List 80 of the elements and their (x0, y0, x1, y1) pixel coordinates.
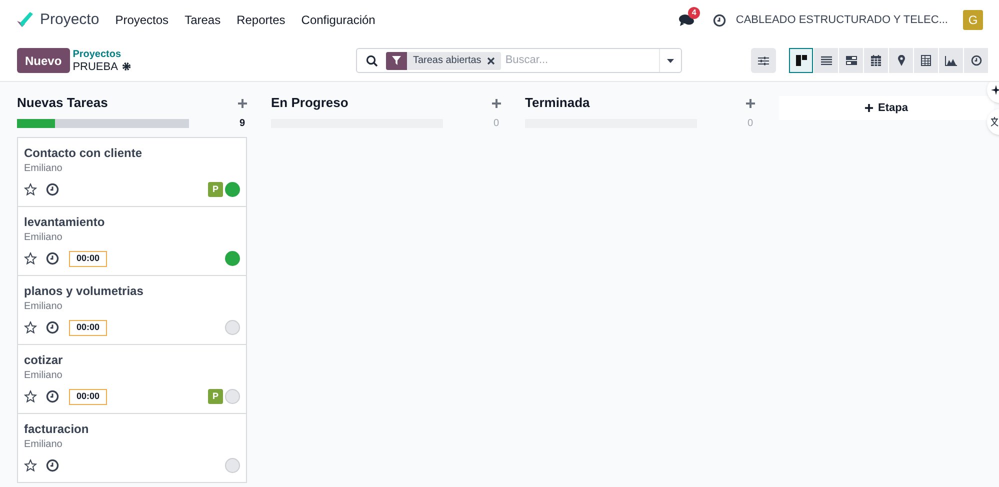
clock-icon[interactable] (46, 252, 59, 265)
breadcrumb-link[interactable]: Proyectos (72, 48, 131, 60)
timer-field[interactable]: 00:00 (69, 320, 107, 336)
clock-icon[interactable] (46, 321, 59, 334)
view-switch-button[interactable] (839, 48, 863, 73)
column-title: Nuevas Tareas (17, 94, 108, 112)
task-card[interactable]: levantamiento Emiliano 00:00 (17, 206, 247, 276)
filter-icon (392, 56, 401, 65)
clock-icon[interactable] (46, 459, 59, 472)
calendar-icon (871, 55, 881, 66)
timer-field[interactable]: 00:00 (69, 250, 107, 266)
star-icon[interactable] (24, 390, 37, 403)
plus-icon[interactable] (492, 98, 501, 108)
kanban-icon (796, 55, 806, 66)
menu-item[interactable]: Tareas (184, 11, 221, 29)
clock-icon[interactable] (46, 183, 59, 196)
view-switch-button[interactable] (789, 48, 813, 73)
menu-item[interactable]: Reportes (236, 11, 286, 29)
view-switch-button[interactable] (864, 48, 888, 73)
logo-icon (16, 12, 34, 28)
task-card[interactable]: Contacto con cliente Emiliano P (17, 137, 247, 207)
task-title: cotizar (24, 353, 64, 368)
new-button[interactable]: Nuevo (17, 48, 70, 73)
column-title: Terminada (525, 94, 590, 112)
task-title: Contacto con cliente (24, 146, 144, 161)
tag-label: P (208, 182, 223, 197)
area-chart-icon (945, 56, 957, 66)
translate-icon (991, 117, 999, 127)
clock-icon[interactable] (46, 390, 59, 403)
settings-icon[interactable] (122, 62, 131, 71)
task-card[interactable]: facturacion Emiliano (17, 413, 247, 483)
search-field[interactable]: Tareas abiertas Buscar... (356, 48, 682, 73)
task-count: 9 (239, 116, 245, 130)
view-switch-button[interactable] (939, 48, 963, 73)
task-title: levantamiento (24, 215, 106, 230)
app-name[interactable]: Proyecto (40, 8, 100, 32)
project-name: PRUEBA (72, 60, 118, 72)
company-name[interactable]: CABLEADO ESTRUCTURADO Y TELEC... (736, 12, 948, 28)
task-title: facturacion (24, 422, 90, 437)
menu-item[interactable]: Configuración (301, 11, 376, 29)
plus-icon[interactable] (746, 98, 755, 108)
task-card[interactable]: planos y volumetrias Emiliano 00:00 (17, 275, 247, 345)
notification-badge: 4 (688, 7, 700, 19)
tag-label: P (208, 389, 223, 404)
assignee-name: Emiliano (24, 162, 64, 175)
list-icon (820, 56, 832, 65)
clock-icon (970, 55, 982, 66)
sliders-icon (758, 56, 769, 66)
menu-item[interactable]: Proyectos (115, 11, 169, 29)
star-icon[interactable] (24, 252, 37, 265)
filter-facet[interactable]: Tareas abiertas (386, 52, 502, 70)
assignee-name: Emiliano (24, 300, 64, 313)
search-icon[interactable] (366, 54, 378, 66)
view-switch-button[interactable] (889, 48, 913, 73)
star-icon[interactable] (24, 459, 37, 472)
column-title: En Progreso (271, 94, 348, 112)
view-switch-button[interactable] (964, 48, 988, 73)
dropdown-caret-icon[interactable] (666, 58, 674, 62)
star-icon[interactable] (24, 321, 37, 334)
table-icon (921, 55, 931, 66)
filter-options-button[interactable] (751, 48, 776, 73)
task-count: 0 (747, 116, 753, 130)
close-icon[interactable] (487, 56, 496, 64)
task-card[interactable]: cotizar Emiliano 00:00 P (17, 344, 247, 414)
assignee-name: Emiliano (24, 231, 64, 244)
assignee-name: Emiliano (24, 369, 64, 382)
view-switch-button[interactable] (814, 48, 838, 73)
star-icon[interactable] (24, 183, 37, 196)
clock-icon[interactable] (712, 14, 726, 26)
gantt-icon (846, 56, 856, 65)
sparkle-icon (991, 85, 999, 95)
timer-field[interactable]: 00:00 (69, 388, 107, 404)
map-pin-icon (898, 55, 904, 66)
task-count: 0 (493, 116, 499, 130)
view-switch-button[interactable] (914, 48, 938, 73)
add-stage-button[interactable]: Etapa (779, 96, 994, 120)
plus-icon (865, 104, 874, 112)
task-title: planos y volumetrias (24, 284, 144, 299)
plus-icon[interactable] (238, 98, 247, 108)
assignee-name: Emiliano (24, 438, 64, 451)
